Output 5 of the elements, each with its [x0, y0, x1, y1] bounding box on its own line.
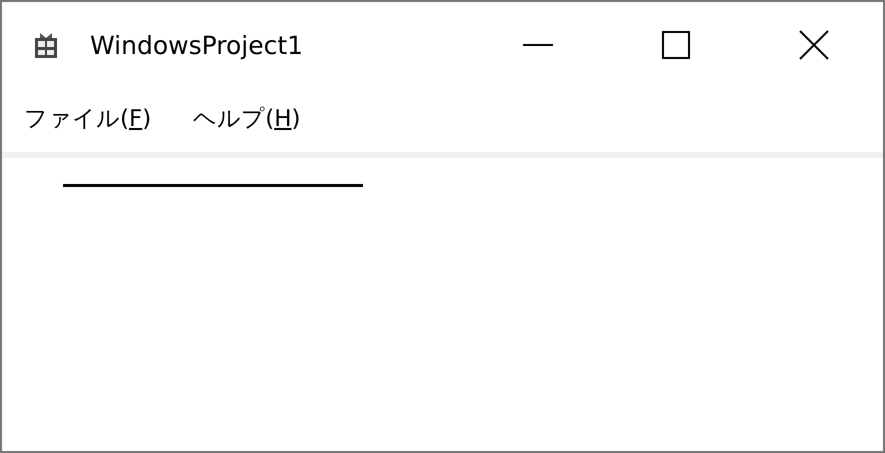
- window-title: WindowsProject1: [90, 30, 304, 60]
- close-icon: [799, 30, 829, 60]
- minimize-icon: [523, 44, 553, 46]
- maximize-icon: [662, 31, 690, 59]
- gift-icon: [34, 32, 58, 58]
